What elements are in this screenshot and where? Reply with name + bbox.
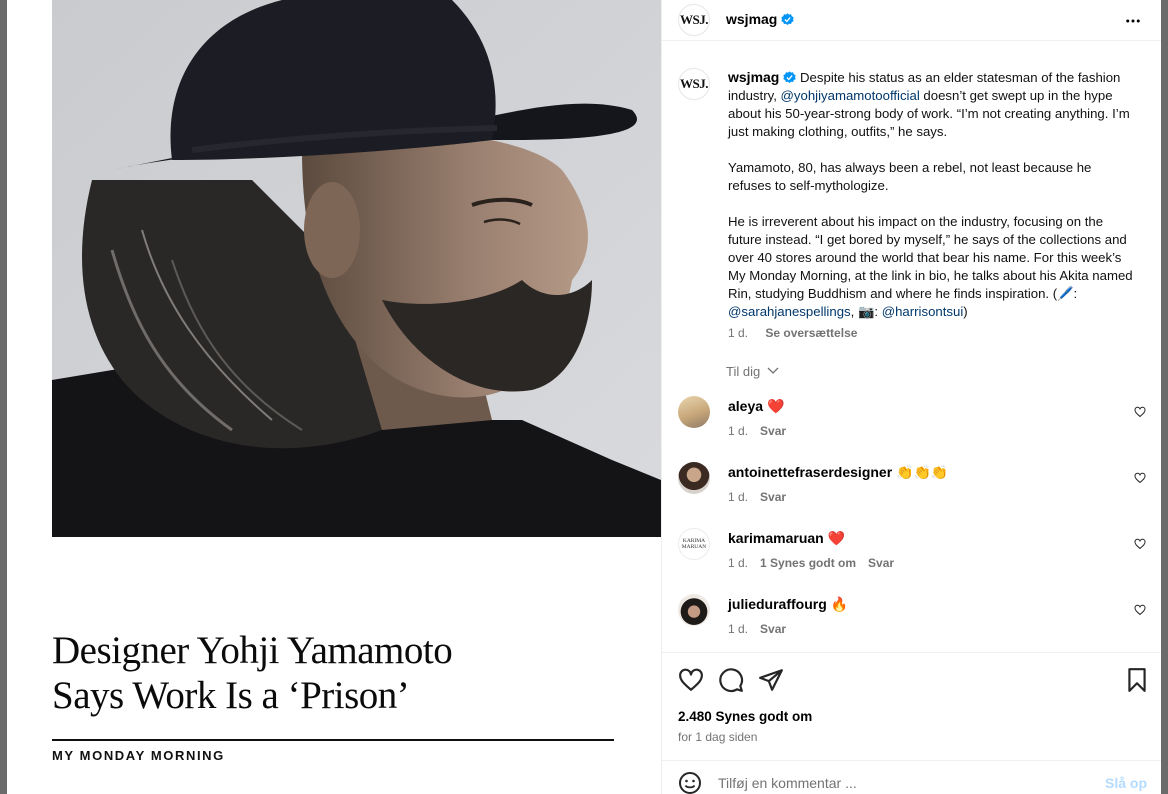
comment-like-heart-icon[interactable] — [1134, 472, 1146, 484]
comment-item: antoinettefraserdesigner 👏👏👏 1 d. Svar — [662, 462, 1161, 522]
commenter-avatar[interactable] — [678, 396, 710, 428]
emoji-smiley-icon[interactable] — [678, 771, 702, 794]
comment-time[interactable]: 1 d. — [728, 556, 748, 570]
comments-list[interactable]: WSJ. wsjmag Despite his status as an eld… — [662, 56, 1161, 652]
comment-like-heart-icon[interactable] — [1134, 406, 1146, 418]
post-actions: 2.480 Synes godt om for 1 dag siden — [662, 652, 1161, 753]
post-comment-button[interactable]: Slå op — [1105, 775, 1147, 791]
translate-link[interactable]: Se oversættelse — [765, 326, 857, 340]
commenter-avatar[interactable] — [678, 462, 710, 494]
headline-divider — [52, 739, 614, 741]
caption-p2-text: Yamamoto, 80, has always been a rebel, n… — [728, 160, 1092, 193]
like-heart-icon[interactable] — [678, 667, 704, 693]
author-username[interactable]: wsjmag — [726, 11, 777, 27]
verified-badge-icon — [781, 13, 795, 26]
mention-link-sarahjane[interactable]: @sarahjanespellings — [728, 304, 851, 319]
reply-button[interactable]: Svar — [760, 622, 786, 636]
commenter-username[interactable]: julieduraffourg — [728, 596, 827, 612]
reply-button[interactable]: Svar — [760, 490, 786, 504]
mention-link-yohji[interactable]: @yohjiyamamotoofficial — [781, 88, 920, 103]
portrait-photo — [52, 0, 661, 537]
headline-line-1: Designer Yohji Yamamoto — [52, 629, 453, 672]
post-modal: Designer Yohji Yamamoto Says Work Is a ‘… — [7, 0, 1161, 794]
comment-filter-label: Til dig — [726, 364, 761, 379]
avatar-logo-text: KARIMA MARUAN — [681, 538, 707, 550]
post-media[interactable]: Designer Yohji Yamamoto Says Work Is a ‘… — [7, 0, 661, 794]
reply-button[interactable]: Svar — [868, 556, 894, 570]
chevron-down-icon — [767, 367, 779, 374]
comment-text: 👏👏👏 — [896, 464, 949, 480]
likes-count[interactable]: 2.480 Synes godt om — [678, 709, 812, 724]
comment-item: KARIMA MARUAN karimamaruan ❤️ 1 d. 1 Syne… — [662, 528, 1161, 588]
caption-time[interactable]: 1 d. — [728, 326, 748, 340]
comment-item: julieduraffourg 🔥 1 d. Svar — [662, 594, 1161, 652]
post-timestamp[interactable]: for 1 dag siden — [678, 730, 757, 744]
caption-author-logo-text: WSJ. — [680, 76, 708, 91]
article-kicker: MY MONDAY MORNING — [52, 748, 225, 763]
verified-badge-icon — [783, 71, 797, 84]
post-sidebar: WSJ. wsjmag WSJ. wsjmag Despite his stat… — [661, 0, 1161, 794]
more-options-icon[interactable] — [1124, 12, 1142, 30]
comment-filter-dropdown[interactable]: Til dig — [726, 364, 779, 379]
commenter-avatar[interactable] — [678, 594, 710, 626]
author-logo-text: WSJ. — [680, 12, 708, 27]
save-bookmark-icon[interactable] — [1124, 667, 1150, 693]
comment-input[interactable] — [718, 773, 1078, 793]
comment-item: aleya ❤️ 1 d. Svar — [662, 396, 1161, 456]
comment-like-heart-icon[interactable] — [1134, 538, 1146, 550]
commenter-username[interactable]: antoinettefraserdesigner — [728, 464, 892, 480]
comment-time[interactable]: 1 d. — [728, 622, 748, 636]
reply-button[interactable]: Svar — [760, 424, 786, 438]
commenter-username[interactable]: aleya — [728, 398, 763, 414]
mention-link-harrison[interactable]: @harrisontsui — [882, 304, 964, 319]
comment-bubble-icon[interactable] — [718, 667, 744, 693]
caption-p3-text-b: , 📷: — [850, 304, 882, 319]
comment-time[interactable]: 1 d. — [728, 490, 748, 504]
share-paper-plane-icon[interactable] — [758, 667, 784, 693]
commenter-avatar[interactable]: KARIMA MARUAN — [678, 528, 710, 560]
post-header: WSJ. wsjmag — [662, 0, 1161, 41]
comment-text: 🔥 — [830, 596, 849, 612]
article-headline: Designer Yohji Yamamoto Says Work Is a ‘… — [52, 628, 612, 718]
caption-p3-text-c: ) — [963, 304, 968, 319]
post-caption: wsjmag Despite his status as an elder st… — [728, 68, 1138, 339]
commenter-username[interactable]: karimamaruan — [728, 530, 824, 546]
add-comment-bar: Slå op — [662, 760, 1161, 794]
comment-likes-count[interactable]: 1 Synes godt om — [760, 556, 856, 570]
headline-line-2: Says Work Is a ‘Prison’ — [52, 674, 410, 717]
caption-author-username[interactable]: wsjmag — [728, 69, 779, 85]
comment-like-heart-icon[interactable] — [1134, 604, 1146, 616]
comment-time[interactable]: 1 d. — [728, 424, 748, 438]
caption-author-avatar[interactable]: WSJ. — [678, 68, 710, 100]
comment-text: ❤️ — [827, 530, 846, 546]
caption-meta: 1 d. Se oversættelse — [728, 326, 857, 340]
caption-p3-text-a: He is irreverent about his impact on the… — [728, 214, 1133, 301]
author-avatar[interactable]: WSJ. — [678, 4, 710, 36]
comment-text: ❤️ — [766, 398, 785, 414]
